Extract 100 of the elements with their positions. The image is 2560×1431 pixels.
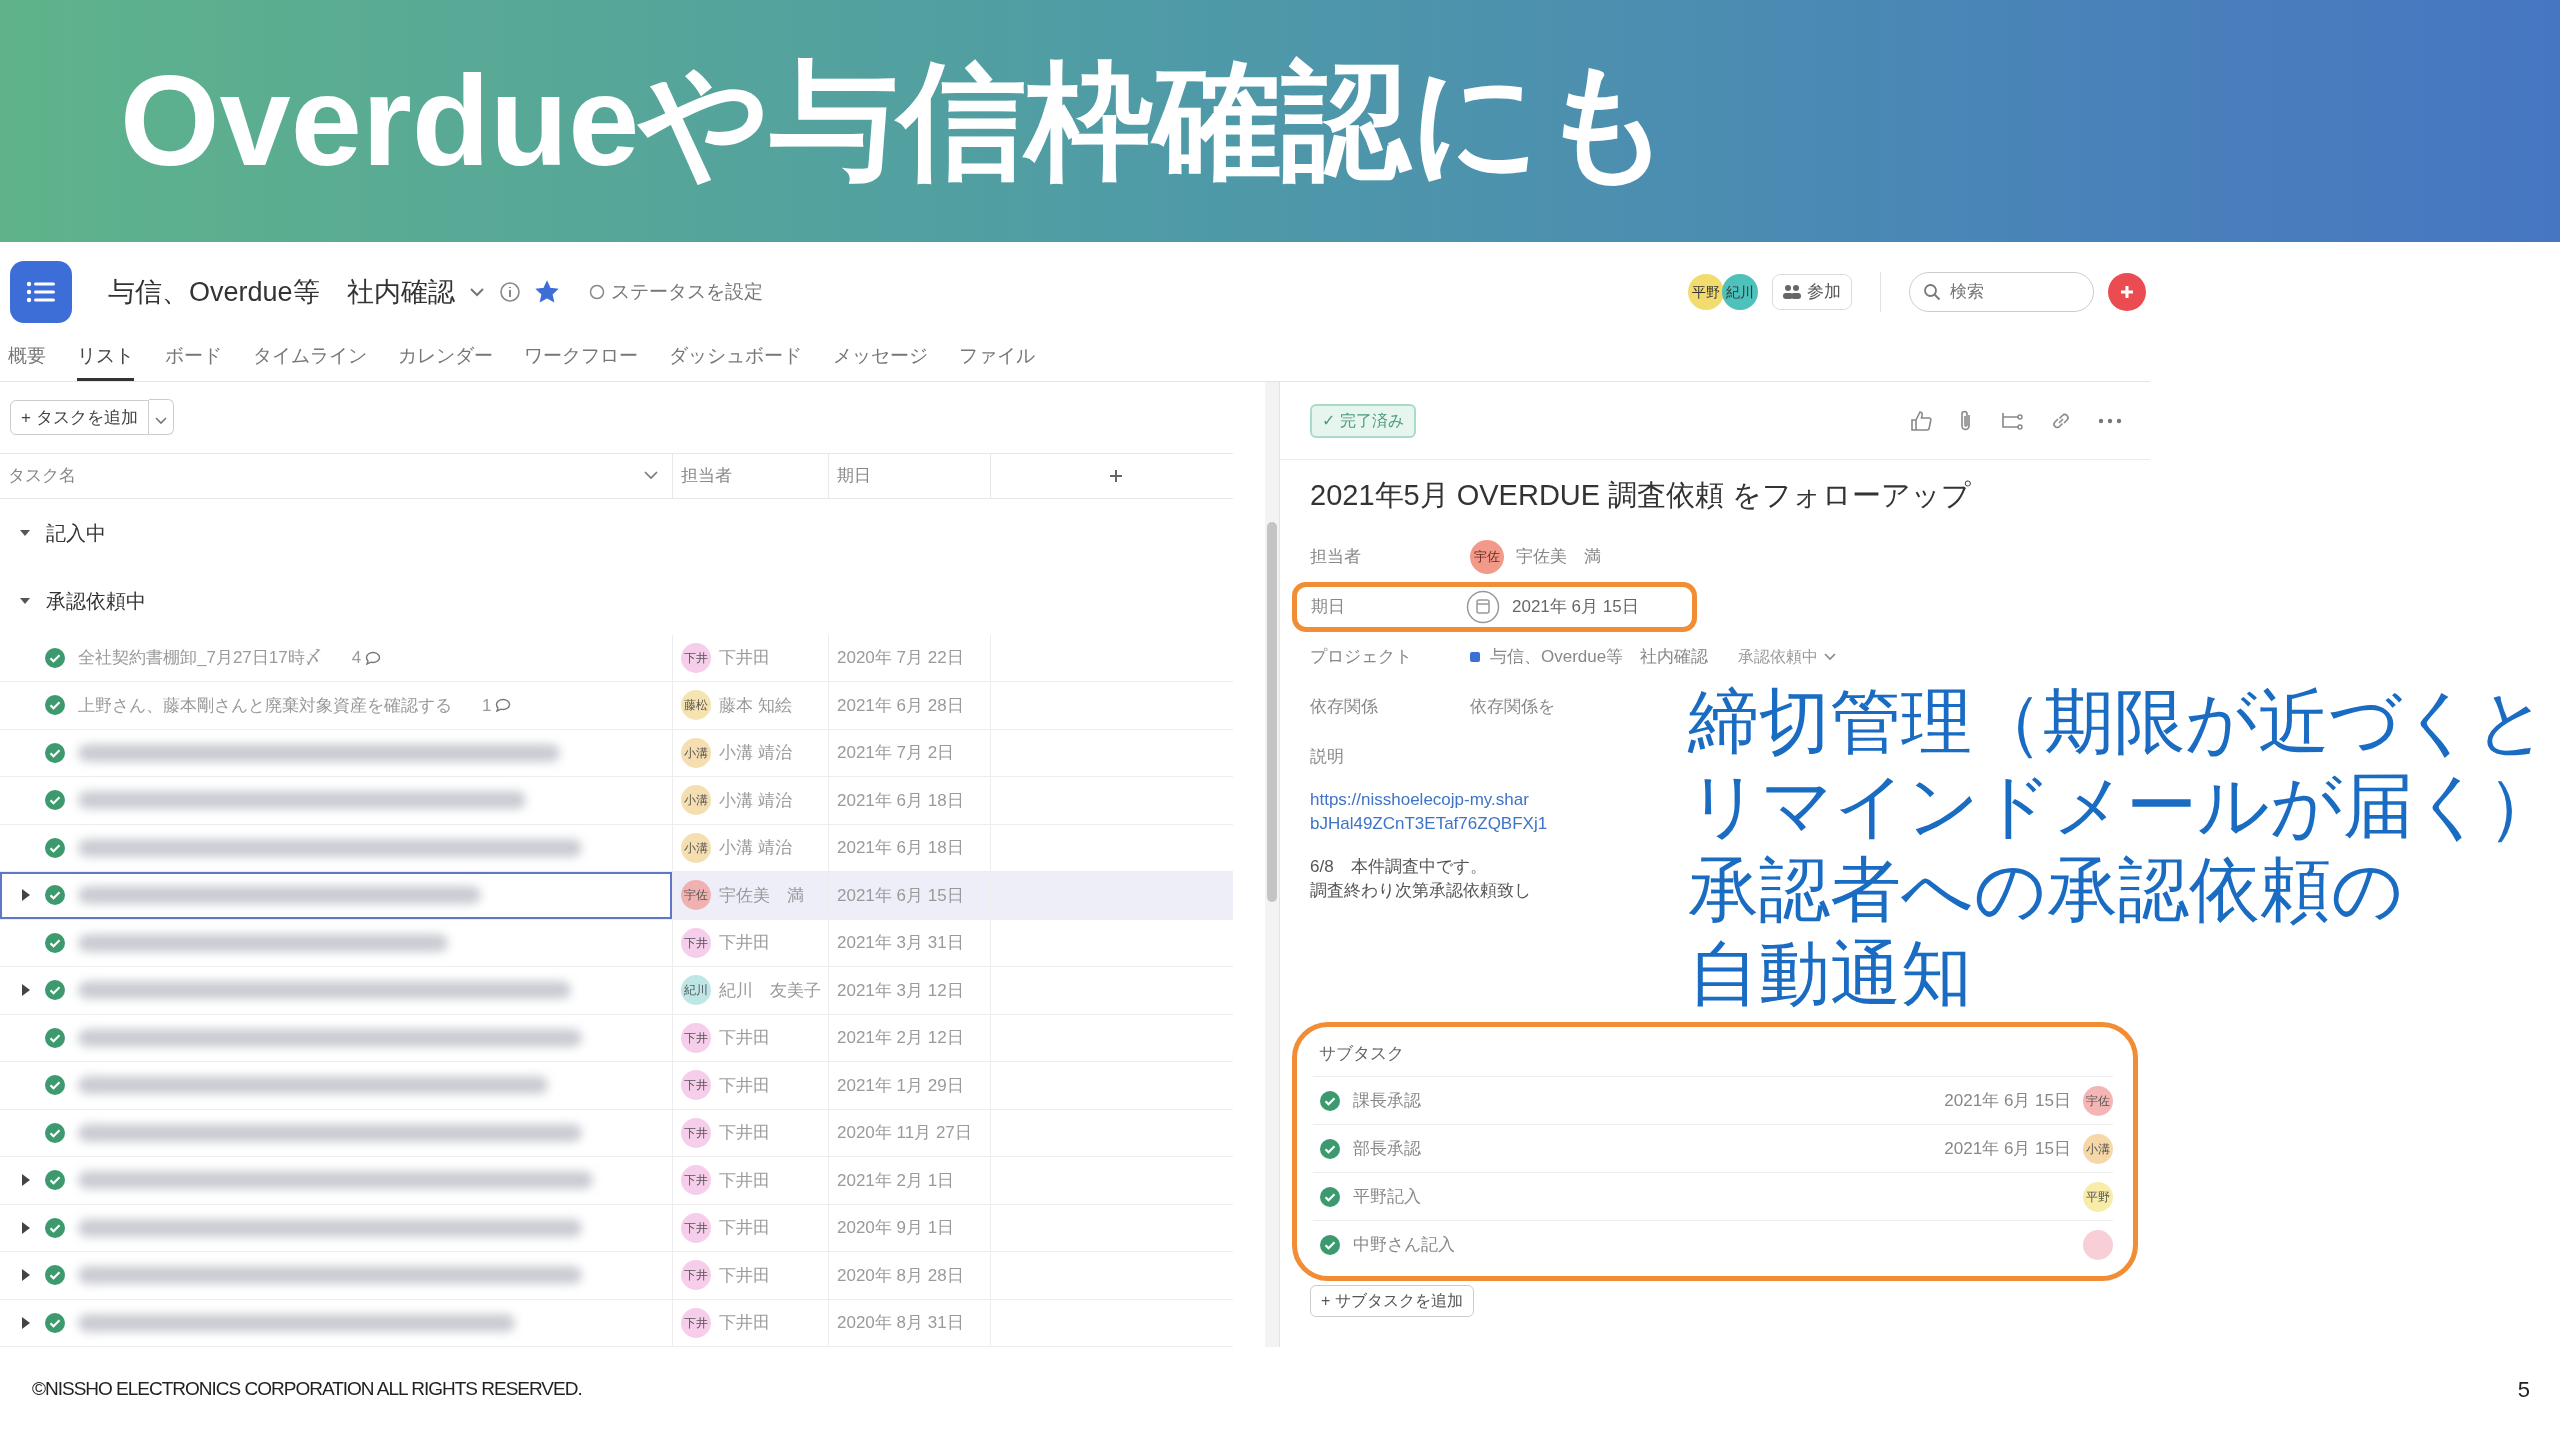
checkmark-icon[interactable] — [44, 836, 66, 859]
chevron-down-icon[interactable] — [468, 286, 485, 298]
caret-icon[interactable] — [20, 1315, 32, 1330]
due-date: 2021年 7月 2日 — [837, 742, 955, 764]
checkmark-icon[interactable] — [44, 931, 66, 954]
checkmark-icon[interactable] — [44, 1311, 66, 1334]
caret-icon[interactable] — [20, 1220, 32, 1235]
field-label: 依存関係 — [1310, 695, 1379, 718]
checkmark-icon[interactable] — [44, 1026, 66, 1049]
status-button[interactable]: ステータスを設定 — [588, 277, 763, 307]
section-title: 記入中 — [46, 520, 106, 546]
checkmark-icon[interactable] — [44, 741, 66, 764]
assignee-name: 下井田 — [719, 1217, 770, 1239]
subtask-name: 課長承認 — [1353, 1089, 1421, 1112]
plus-icon[interactable] — [1108, 467, 1124, 484]
subtask-row[interactable]: 平野記入 平野 — [1313, 1172, 2113, 1220]
tab[interactable]: ワークフロー — [524, 342, 638, 381]
task-row[interactable]: 上野さん、藤本剛さんと廃棄対象資産を確認する 1 — [0, 682, 672, 730]
checkmark-icon[interactable] — [44, 1169, 66, 1192]
checkmark-icon[interactable] — [44, 979, 66, 1002]
checkmark-icon[interactable] — [1319, 1233, 1341, 1256]
list-icon — [26, 280, 56, 304]
due-date: 2021年 3月 31日 — [837, 932, 964, 954]
tab[interactable]: 概要 — [8, 342, 46, 381]
assignee-name: 宇佐美 満 — [1516, 545, 1601, 568]
caret-icon[interactable] — [20, 1268, 32, 1283]
search-field[interactable]: 検索 — [1909, 272, 2094, 312]
tab[interactable]: ボード — [165, 342, 222, 381]
due-date: 2020年 8月 28日 — [837, 1264, 964, 1287]
tab[interactable]: タイムライン — [253, 342, 367, 381]
add-subtask-button[interactable]: + サブタスクを追加 — [1310, 1285, 1474, 1317]
checkmark-icon[interactable] — [44, 1216, 66, 1239]
subtask-row[interactable]: 課長承認 2021年 6月 15日 宇佐 — [1313, 1076, 2113, 1124]
column-header[interactable]: 担当者 — [672, 452, 828, 499]
checkmark-icon[interactable] — [44, 884, 66, 907]
description-link[interactable]: https://nisshoelecojp-my.shar — [1310, 787, 1529, 813]
app-logo[interactable] — [10, 261, 72, 323]
checkmark-icon[interactable] — [44, 789, 66, 812]
assignee-name: 小溝 靖治 — [719, 789, 792, 812]
checkmark-icon[interactable] — [44, 646, 66, 669]
checkmark-icon[interactable] — [1319, 1185, 1341, 1208]
star-icon[interactable] — [534, 280, 559, 304]
tab[interactable]: メッセージ — [833, 342, 928, 381]
caret-icon[interactable] — [20, 983, 32, 998]
checkmark-icon[interactable] — [44, 1264, 66, 1287]
square-icon — [1470, 651, 1480, 662]
assignee-name: 下井田 — [719, 1312, 770, 1334]
subtask-name: 中野さん記入 — [1353, 1233, 1455, 1256]
due-date: 2021年 2月 1日 — [837, 1169, 955, 1192]
info-icon[interactable] — [498, 281, 521, 303]
due-date: 2020年 7月 22日 — [837, 647, 964, 669]
description-link[interactable]: bJHal49ZCnT3ETaf76ZQBFXj1 — [1310, 812, 1548, 837]
subtask-row[interactable]: 中野さん記入 — [1313, 1220, 2113, 1268]
tab[interactable]: リスト — [77, 342, 134, 381]
avatar: 下井 — [681, 1165, 711, 1196]
assignee-name: 下井田 — [719, 1169, 770, 1192]
tab[interactable]: ダッシュボード — [669, 342, 802, 381]
subtask-row[interactable]: 部長承認 2021年 6月 15日 小溝 — [1313, 1124, 2113, 1172]
tab[interactable]: カレンダー — [398, 342, 493, 381]
copyright-text: ©NISSHO ELECTRONICS CORPORATION ALL RIGHTS RESERVED. — [32, 1376, 582, 1401]
subtask-icon[interactable] — [2000, 410, 2024, 431]
calendar-icon[interactable] — [1466, 589, 1500, 624]
more-icon[interactable] — [2098, 417, 2122, 424]
thumbs-up-icon[interactable] — [1910, 409, 1932, 432]
scrollbar[interactable] — [1267, 522, 1277, 902]
add-button[interactable] — [2108, 273, 2146, 311]
section-title: 承認依頼中 — [46, 588, 146, 614]
caret-icon[interactable] — [20, 1173, 32, 1188]
column-header[interactable]: タスク名 — [0, 452, 672, 499]
field-label: プロジェクト — [1310, 645, 1413, 668]
avatar: 宇佐 — [681, 880, 711, 911]
due-date: 2021年 3月 12日 — [837, 979, 964, 1002]
project-link[interactable]: 与信、Overdue等 社内確認 — [1490, 643, 1709, 670]
assignee-name: 小溝 靖治 — [719, 837, 792, 859]
checkmark-icon[interactable] — [44, 694, 66, 717]
assignee-name: 下井田 — [719, 1074, 770, 1097]
comment-icon — [365, 650, 382, 665]
checkmark-icon[interactable] — [1319, 1089, 1341, 1112]
checkmark-icon[interactable] — [44, 1121, 66, 1144]
due-date: 2021年 6月 15日 — [1944, 1089, 2071, 1112]
section-dropdown[interactable]: 承認依頼中 — [1732, 643, 1843, 670]
dependency-link[interactable]: 依存関係を — [1470, 693, 1555, 720]
dropdown-button[interactable] — [148, 399, 174, 436]
task-row[interactable] — [0, 872, 672, 920]
callout-line: 締切管理（期限が近づくと — [1688, 681, 2548, 763]
caret-icon[interactable] — [20, 888, 32, 903]
avatar: 下井 — [681, 1307, 711, 1338]
join-button[interactable]: 参加 — [1772, 274, 1852, 310]
due-date: 2020年 11月 27日 — [837, 1122, 972, 1144]
page-number: 5 — [2517, 1375, 2530, 1404]
task-row[interactable]: 全社契約書棚卸_7月27日17時〆 4 — [0, 634, 672, 682]
checkmark-icon[interactable] — [44, 1074, 66, 1097]
completed-button[interactable]: ✓ 完了済み — [1310, 403, 1416, 438]
assignee-name: 小溝 靖治 — [719, 742, 792, 764]
column-header[interactable]: 期日 — [828, 452, 990, 499]
tab[interactable]: ファイル — [959, 342, 1035, 381]
checkmark-icon[interactable] — [1319, 1137, 1341, 1160]
avatar: 宇佐 — [1470, 539, 1504, 574]
add-task-button[interactable]: + タスクを追加 — [10, 399, 149, 435]
subtasks-label: サブタスク — [1318, 1042, 1405, 1065]
